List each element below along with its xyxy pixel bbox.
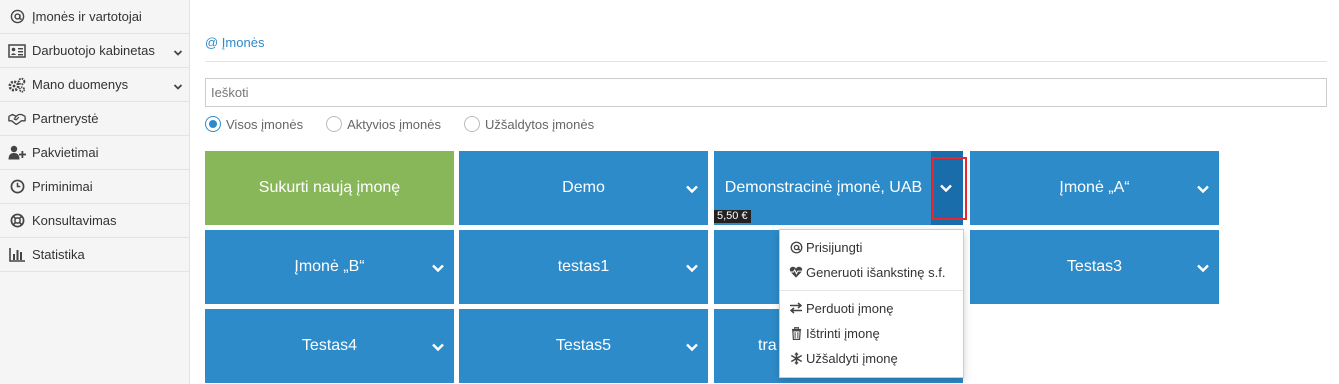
menu-item-label: Užšaldyti įmonę: [806, 350, 898, 366]
tile-label: Testas3: [1066, 258, 1123, 275]
sidebar-item-label: Statistika: [32, 247, 85, 262]
user-plus-icon: [8, 144, 26, 162]
divider: [205, 61, 1327, 62]
company-actions-menu: Prisijungti Generuoti išankstinę s.f. Pe…: [779, 229, 964, 378]
company-tile-demonstracine[interactable]: Demonstracinė įmonė, UAB: [714, 151, 963, 225]
tile-label: Sukurti naują įmonę: [258, 179, 401, 196]
company-tile-testas3[interactable]: Testas3: [970, 230, 1219, 304]
sidebar-item-invitations[interactable]: Pakvietimai: [0, 136, 189, 170]
sidebar: Įmonės ir vartotojai Darbuotojo kabineta…: [0, 0, 190, 384]
chevron-down-icon[interactable]: [1196, 261, 1210, 275]
radio-icon: [464, 116, 480, 132]
sidebar-item-statistics[interactable]: Statistika: [0, 238, 189, 272]
menu-item-freeze-company[interactable]: Užšaldyti įmonę: [789, 348, 898, 368]
at-icon: [8, 8, 26, 26]
gears-icon: [8, 76, 26, 94]
company-tile-testas1[interactable]: testas1: [459, 230, 708, 304]
exchange-icon: [789, 301, 803, 315]
chevron-down-icon: [173, 46, 183, 61]
tile-label: Demonstracinė įmonė, UAB: [724, 179, 923, 196]
highlight-box: [932, 157, 967, 220]
filter-all-companies[interactable]: Visos įmonės: [205, 116, 303, 132]
sidebar-item-label: Konsultavimas: [32, 213, 117, 228]
company-tile-demo[interactable]: Demo: [459, 151, 708, 225]
company-tile-imone-a[interactable]: Įmonė „A“: [970, 151, 1219, 225]
menu-item-label: Perduoti įmonę: [806, 300, 894, 316]
sidebar-item-consulting[interactable]: Konsultavimas: [0, 204, 189, 238]
bar-chart-icon: [8, 246, 26, 264]
tile-label: Demo: [562, 179, 605, 196]
filter-label: Visos įmonės: [226, 116, 304, 132]
company-tile-testas5[interactable]: Testas5: [459, 309, 708, 383]
chevron-down-icon: [173, 80, 183, 95]
chevron-down-icon[interactable]: [685, 340, 699, 354]
tile-label: tra: [758, 337, 777, 354]
menu-divider: [780, 290, 963, 291]
search-input[interactable]: [205, 78, 1327, 107]
tile-label: Testas4: [301, 337, 358, 354]
company-filter: Visos įmonės Aktyvios įmonės Užšaldytos …: [205, 114, 617, 134]
sidebar-item-my-data[interactable]: Mano duomenys: [0, 68, 189, 102]
company-tile-testas4[interactable]: Testas4: [205, 309, 454, 383]
at-icon: [789, 240, 803, 254]
heartbeat-icon: [789, 265, 803, 279]
menu-item-generate-invoice[interactable]: Generuoti išankstinę s.f.: [789, 262, 945, 282]
chevron-down-icon[interactable]: [685, 261, 699, 275]
breadcrumb[interactable]: @ Įmonės: [205, 35, 264, 50]
id-card-icon: [8, 42, 26, 60]
sidebar-item-employee-cabinet[interactable]: Darbuotojo kabinetas: [0, 34, 189, 68]
menu-item-delete-company[interactable]: Ištrinti įmonę: [789, 323, 880, 343]
chevron-down-icon[interactable]: [431, 261, 445, 275]
sidebar-item-label: Mano duomenys: [32, 77, 129, 92]
snowflake-icon: [789, 351, 803, 365]
menu-item-label: Ištrinti įmonę: [806, 325, 880, 341]
sidebar-item-label: Pakvietimai: [32, 145, 99, 160]
clock-icon: [8, 178, 26, 196]
price-badge: 5,50 €: [714, 210, 751, 223]
sidebar-item-label: Darbuotojo kabinetas: [32, 43, 155, 58]
menu-item-login[interactable]: Prisijungti: [789, 237, 862, 257]
filter-label: Užšaldytos įmonės: [485, 116, 595, 132]
create-company-button[interactable]: Sukurti naują įmonę: [205, 151, 454, 225]
sidebar-item-partnership[interactable]: Partnerystė: [0, 102, 189, 136]
handshake-icon: [8, 110, 26, 128]
filter-frozen-companies[interactable]: Užšaldytos įmonės: [464, 116, 594, 132]
tile-label: Įmonė „B“: [294, 258, 365, 275]
sidebar-item-label: Partnerystė: [32, 111, 99, 126]
main-content: @ Įmonės Visos įmonės Aktyvios įmonės Už…: [205, 0, 1327, 384]
filter-active-companies[interactable]: Aktyvios įmonės: [326, 116, 441, 132]
chevron-down-icon[interactable]: [431, 340, 445, 354]
sidebar-item-reminders[interactable]: Priminimai: [0, 170, 189, 204]
tile-label: testas1: [557, 258, 610, 275]
chevron-down-icon[interactable]: [1196, 182, 1210, 196]
radio-selected-icon: [205, 116, 221, 132]
chevron-down-icon[interactable]: [685, 182, 699, 196]
sidebar-item-companies[interactable]: Įmonės ir vartotojai: [0, 0, 189, 34]
sidebar-item-label: Priminimai: [32, 179, 93, 194]
trash-icon: [789, 326, 803, 340]
radio-icon: [326, 116, 343, 132]
life-ring-icon: [8, 212, 26, 230]
filter-label: Aktyvios įmonės: [347, 116, 441, 132]
sidebar-item-label: Įmonės ir vartotojai: [32, 9, 142, 24]
menu-item-label: Prisijungti: [806, 239, 863, 255]
tile-label: Testas5: [555, 337, 612, 354]
company-tile-imone-b[interactable]: Įmonė „B“: [205, 230, 454, 304]
menu-item-label: Generuoti išankstinę s.f.: [806, 264, 946, 280]
menu-item-transfer-company[interactable]: Perduoti įmonę: [789, 298, 893, 318]
tile-label: Įmonė „A“: [1059, 179, 1130, 196]
